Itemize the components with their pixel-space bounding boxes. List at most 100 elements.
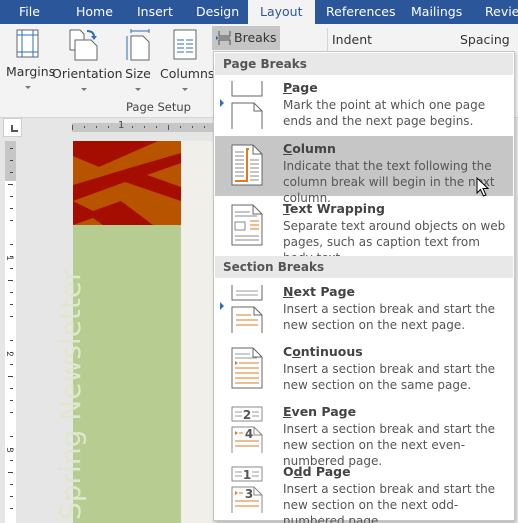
columns-button[interactable]: Columns [160, 28, 215, 91]
ruler-tick [10, 400, 13, 401]
ruler-tick [168, 125, 169, 130]
ruler-tick [10, 196, 13, 197]
ruler-tick [10, 208, 13, 209]
tab-review[interactable]: Review [485, 0, 518, 24]
ruler-margin-shade [5, 141, 16, 181]
ruler-tick [10, 316, 13, 317]
breaks-button[interactable]: Breaks [212, 26, 280, 64]
chevron-down-icon [182, 88, 188, 91]
even-page-icon: 2 4 [231, 406, 263, 453]
tab-insert[interactable]: Insert [137, 0, 173, 24]
ruler-tick [8, 472, 13, 473]
horizontal-ruler[interactable]: 1 [72, 120, 218, 132]
item-title: Continuous [283, 344, 363, 359]
ruler-tick [8, 376, 13, 377]
columns-label: Columns [160, 66, 215, 81]
columns-icon [173, 29, 197, 60]
text-wrapping-icon [231, 204, 263, 246]
ruler-tick [10, 496, 13, 497]
ruler-tick [8, 280, 13, 281]
even-page-item[interactable]: 2 4 Even Page Insert a section break and… [215, 399, 513, 468]
ruler-tick [10, 364, 13, 365]
tab-file[interactable]: File [19, 0, 40, 24]
margins-button[interactable]: Margins [6, 28, 56, 89]
tab-references[interactable]: References [326, 0, 395, 24]
ruler-tick [192, 126, 193, 128]
ruler-tick [10, 172, 13, 173]
orientation-label: Orientation [52, 66, 123, 81]
page-break-icon [231, 81, 263, 129]
next-page-icon [231, 285, 263, 333]
item-title: Odd Page [283, 464, 351, 479]
ruler-tick [10, 460, 13, 461]
next-page-item[interactable]: Next Page Insert a section break and sta… [215, 279, 513, 339]
odd-page-item[interactable]: 1 3 Odd Page Insert a section break and … [215, 459, 513, 523]
tab-design[interactable]: Design [196, 0, 239, 24]
ruler-tick [144, 126, 145, 128]
even-page-number-top: 2 [243, 408, 251, 422]
orientation-button[interactable]: Orientation [52, 28, 123, 91]
selected-marker-icon [220, 99, 224, 107]
tab-mailings[interactable]: Mailings [411, 0, 462, 24]
indent-label: Indent [332, 32, 373, 47]
size-label: Size [125, 66, 151, 81]
size-button[interactable]: Size [124, 28, 152, 91]
ruler-tick [10, 148, 13, 149]
ruler-tick [10, 412, 13, 413]
banner-image[interactable] [73, 141, 181, 225]
selected-marker-icon [220, 302, 224, 310]
ruler-number: 1 [118, 120, 125, 131]
mouse-pointer-icon [476, 177, 490, 197]
chevron-down-icon [135, 88, 141, 91]
even-page-number-bottom: 4 [245, 427, 253, 441]
odd-page-icon: 1 3 [231, 466, 263, 513]
text-wrapping-item[interactable]: Text Wrapping Separate text around objec… [215, 196, 513, 265]
item-title: Text Wrapping [283, 201, 385, 216]
ruler-tick [156, 126, 157, 128]
margins-icon [16, 29, 39, 58]
continuous-item[interactable]: Continuous Insert a section break and st… [215, 339, 513, 399]
ruler-tick [10, 220, 13, 221]
ruler-tick [180, 126, 181, 128]
item-title: Even Page [283, 404, 357, 419]
orientation-icon [69, 29, 98, 61]
page-break-item[interactable]: Page Mark the point at which one page en… [215, 75, 513, 135]
column-break-icon [231, 144, 263, 186]
ruler-tick [84, 126, 85, 128]
newsletter-title: Spring Newsletter [54, 269, 87, 520]
ruler-tick [10, 388, 13, 389]
tab-selector-button[interactable] [3, 118, 22, 137]
ruler-tick [10, 508, 13, 509]
odd-page-number-bottom: 3 [245, 487, 253, 501]
odd-page-number-top: 1 [243, 468, 251, 482]
ruler-tick [204, 126, 205, 128]
ruler-tick [10, 268, 13, 269]
ruler-tick [10, 244, 13, 245]
ruler-tick [132, 126, 133, 128]
vertical-ruler[interactable]: 1 2 3 [4, 141, 16, 523]
breaks-menu: Page Breaks Page Mark the point at which… [213, 51, 515, 523]
chevron-down-icon [25, 86, 31, 89]
margins-label: Margins [6, 64, 56, 79]
tab-home[interactable]: Home [76, 0, 113, 24]
ruler-tick [10, 340, 13, 341]
page-setup-group-label: Page Setup [126, 100, 191, 114]
word-window: File Home Insert Design Layout Reference… [0, 0, 518, 523]
item-title: Column [283, 141, 336, 156]
column-break-item[interactable]: Column Indicate that the text following … [215, 136, 513, 205]
size-icon [126, 29, 150, 61]
ruler-tick [10, 448, 13, 449]
ruler-tick [72, 125, 73, 130]
newsletter-sidebar[interactable] [73, 225, 181, 523]
ruler-tick [10, 436, 13, 437]
page-breaks-header: Page Breaks [215, 53, 513, 75]
ruler-tick [10, 292, 13, 293]
spacing-label: Spacing [460, 32, 510, 47]
breaks-icon [216, 31, 231, 45]
continuous-icon [231, 347, 263, 389]
ruler-tick [10, 304, 13, 305]
ribbon-tab-bar: File Home Insert Design Layout Reference… [0, 0, 518, 24]
tab-layout[interactable]: Layout [248, 0, 315, 24]
item-description: Insert a section break and start the new… [283, 482, 496, 523]
ruler-tick [10, 256, 13, 257]
